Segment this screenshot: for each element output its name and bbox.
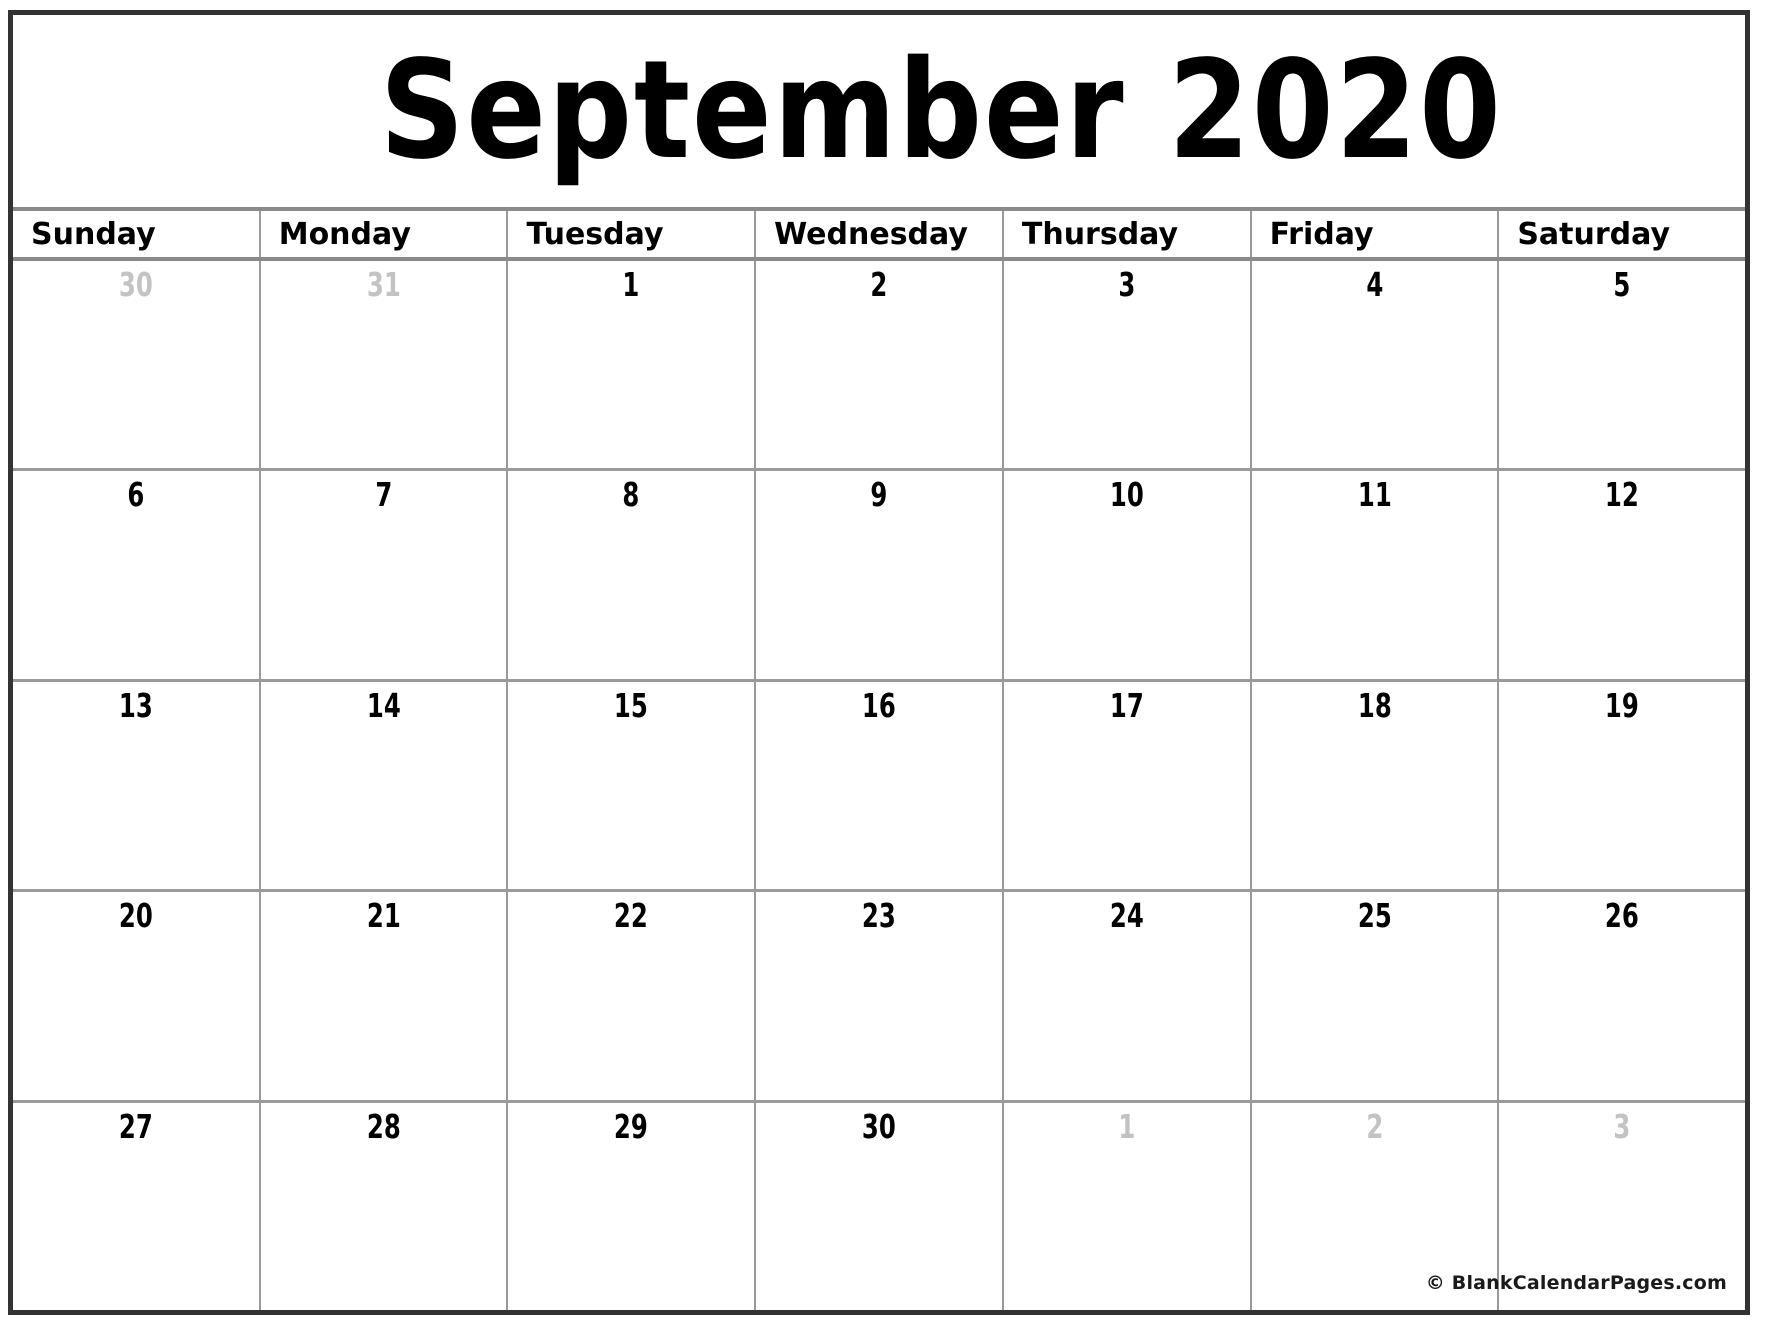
week-row: 13 14 15 16 17 18 19 xyxy=(13,681,1745,893)
day-cell[interactable]: 8 xyxy=(508,471,757,679)
day-number: 2 xyxy=(870,265,888,304)
day-number: 14 xyxy=(366,685,401,725)
day-cell[interactable]: 5 xyxy=(1499,261,1745,468)
day-number: 3 xyxy=(1118,265,1136,304)
calendar-container: September 2020 Sunday Monday Tuesday Wed… xyxy=(8,10,1750,1315)
weekday-label: Monday xyxy=(278,216,411,252)
calendar-weeks-grid: 30 31 1 2 3 4 5 6 7 8 9 10 11 12 13 14 1… xyxy=(13,261,1745,1311)
day-cell[interactable]: 18 xyxy=(1252,681,1500,890)
day-cell[interactable]: 1 xyxy=(1004,1102,1252,1311)
day-cell[interactable]: 28 xyxy=(261,1102,509,1311)
page-title: September 2020 xyxy=(379,32,1503,190)
week-row: 6 7 8 9 10 11 12 xyxy=(13,471,1745,682)
day-cell[interactable]: 30 xyxy=(756,1102,1004,1311)
day-number: 10 xyxy=(1109,475,1144,515)
day-cell[interactable]: 31 xyxy=(261,261,509,469)
day-cell[interactable]: 17 xyxy=(1004,681,1252,890)
day-cell[interactable]: 16 xyxy=(756,681,1004,890)
day-cell[interactable]: 14 xyxy=(261,681,509,890)
day-number: 13 xyxy=(118,685,153,725)
day-cell[interactable]: 6 xyxy=(13,471,261,679)
day-cell[interactable]: 7 xyxy=(261,471,509,679)
weekday-header-saturday: Saturday xyxy=(1499,211,1745,257)
day-number: 18 xyxy=(1357,685,1392,725)
day-number: 30 xyxy=(862,1106,896,1146)
day-number: 8 xyxy=(622,475,640,515)
weekday-header-sunday: Sunday xyxy=(13,211,261,257)
day-cell[interactable]: 3 xyxy=(1004,261,1252,469)
day-number: 16 xyxy=(862,685,896,725)
weekday-header-thursday: Thursday xyxy=(1004,211,1252,257)
day-number: 27 xyxy=(118,1106,153,1146)
day-cell[interactable]: 11 xyxy=(1252,471,1500,679)
day-number: 17 xyxy=(1109,685,1144,725)
day-cell[interactable]: 29 xyxy=(508,1102,757,1311)
weekday-label: Sunday xyxy=(31,216,156,252)
weekday-header-tuesday: Tuesday xyxy=(508,211,757,257)
day-cell[interactable]: 10 xyxy=(1004,471,1252,679)
day-number: 29 xyxy=(614,1106,649,1146)
day-cell[interactable]: 22 xyxy=(508,892,757,1100)
day-number: 5 xyxy=(1613,265,1631,304)
day-number: 30 xyxy=(118,265,153,304)
day-number: 7 xyxy=(375,475,393,515)
day-cell[interactable]: 13 xyxy=(13,681,261,890)
day-cell[interactable]: 26 xyxy=(1499,892,1745,1099)
day-number: 1 xyxy=(1118,1106,1136,1146)
day-number: 11 xyxy=(1357,475,1392,515)
day-number: 24 xyxy=(1109,896,1144,936)
day-cell[interactable]: 19 xyxy=(1499,682,1745,889)
day-cell[interactable]: 30 xyxy=(13,261,261,469)
day-cell[interactable]: 12 xyxy=(1499,471,1745,678)
day-cell[interactable]: 23 xyxy=(756,892,1004,1100)
copyright-notice: © BlankCalendarPages.com xyxy=(1425,1272,1727,1294)
day-number: 12 xyxy=(1605,475,1640,515)
calendar-title-banner: September 2020 xyxy=(13,15,1745,211)
day-number: 3 xyxy=(1613,1106,1631,1146)
day-cell[interactable]: 9 xyxy=(756,471,1004,679)
day-cell[interactable]: 21 xyxy=(261,892,509,1100)
day-cell[interactable]: 2 xyxy=(756,261,1004,469)
day-cell[interactable]: 27 xyxy=(13,1102,261,1311)
day-number: 25 xyxy=(1357,896,1392,936)
day-number: 9 xyxy=(870,475,888,515)
day-cell[interactable]: 4 xyxy=(1252,261,1500,469)
day-number: 23 xyxy=(862,896,896,936)
day-number: 1 xyxy=(622,265,640,304)
weekday-header-friday: Friday xyxy=(1252,211,1500,257)
day-number: 21 xyxy=(366,896,401,936)
weekday-label: Thursday xyxy=(1021,216,1179,252)
calendar-page: September 2020 Sunday Monday Tuesday Wed… xyxy=(0,0,1767,1333)
day-cell[interactable]: 24 xyxy=(1004,892,1252,1100)
day-cell[interactable]: 25 xyxy=(1252,892,1500,1100)
weekday-label: Saturday xyxy=(1517,216,1671,252)
weekday-label: Friday xyxy=(1269,216,1374,252)
day-number: 2 xyxy=(1365,1106,1383,1146)
weekday-label: Wednesday xyxy=(774,216,968,252)
weekday-label: Tuesday xyxy=(526,216,664,252)
day-number: 19 xyxy=(1605,685,1640,725)
day-number: 31 xyxy=(366,265,401,304)
week-row: 30 31 1 2 3 4 5 xyxy=(13,261,1745,472)
weekday-header-monday: Monday xyxy=(261,211,509,257)
day-cell[interactable]: 1 xyxy=(508,261,757,469)
day-number: 6 xyxy=(127,475,145,515)
weekday-header-row: Sunday Monday Tuesday Wednesday Thursday… xyxy=(13,211,1745,261)
week-row: 20 21 22 23 24 25 26 xyxy=(13,892,1745,1103)
day-number: 22 xyxy=(614,896,649,936)
day-number: 26 xyxy=(1605,896,1640,936)
day-cell[interactable]: 20 xyxy=(13,892,261,1100)
day-number: 4 xyxy=(1365,265,1383,304)
day-number: 15 xyxy=(614,685,649,725)
weekday-header-wednesday: Wednesday xyxy=(756,211,1004,257)
day-number: 28 xyxy=(366,1106,401,1146)
day-cell[interactable]: 15 xyxy=(508,681,757,890)
day-number: 20 xyxy=(118,896,153,936)
